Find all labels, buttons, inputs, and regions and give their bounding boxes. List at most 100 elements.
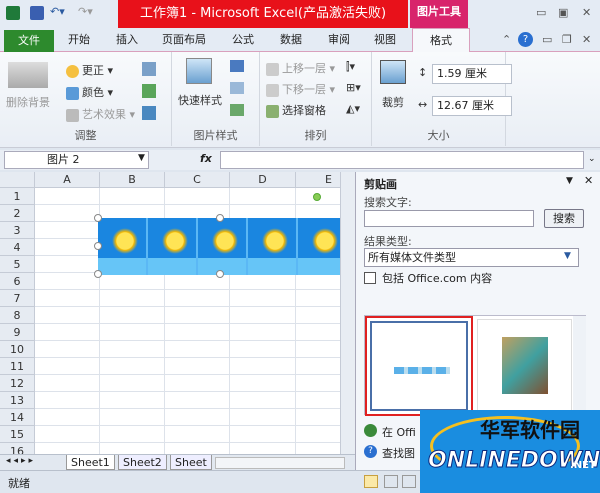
column-header[interactable]: B <box>100 172 165 188</box>
row-header[interactable]: 15 <box>0 426 35 443</box>
tab-review[interactable]: 审阅 <box>328 31 350 49</box>
row-header[interactable]: 12 <box>0 375 35 392</box>
page-break-view-icon[interactable] <box>402 475 416 488</box>
width-input[interactable]: 12.67 厘米 <box>432 96 512 116</box>
picture-layout-icon[interactable] <box>230 104 244 116</box>
change-picture-icon[interactable] <box>142 84 156 98</box>
sheet-tab-sheet1[interactable]: Sheet1 <box>66 455 115 470</box>
align-icon[interactable]: ⫿▾ <box>346 60 355 74</box>
selected-picture[interactable] <box>98 218 348 275</box>
formula-input[interactable] <box>220 151 584 169</box>
include-office-checkbox[interactable] <box>364 272 376 284</box>
picture-effects-icon[interactable] <box>230 82 244 94</box>
expand-formula-icon[interactable]: ⌄ <box>588 154 596 164</box>
pane-close-icon[interactable]: ✕ <box>584 174 593 187</box>
sun-tile <box>248 218 298 275</box>
row-header[interactable]: 9 <box>0 324 35 341</box>
column-header[interactable]: C <box>165 172 230 188</box>
resize-handle[interactable] <box>94 270 102 278</box>
tab-format[interactable]: 格式 <box>412 28 470 53</box>
resize-handle[interactable] <box>94 214 102 222</box>
sun-icon <box>162 228 188 254</box>
row-header[interactable]: 7 <box>0 290 35 307</box>
tab-view[interactable]: 视图 <box>374 31 396 49</box>
formula-bar: 图片 2 ▼ fx ⌄ <box>0 150 600 170</box>
column-header[interactable]: A <box>35 172 100 188</box>
row-header[interactable]: 13 <box>0 392 35 409</box>
chevron-down-icon[interactable]: ▼ <box>564 251 571 261</box>
results-scrollbar[interactable] <box>573 316 586 414</box>
group-icon[interactable]: ⊞▾ <box>346 81 361 94</box>
select-all[interactable] <box>0 172 35 188</box>
sheet-tab-sheet3[interactable]: Sheet <box>170 455 212 470</box>
bring-forward-button[interactable]: 上移一层 ▾ <box>266 60 335 76</box>
compress-pictures-icon[interactable] <box>142 62 156 76</box>
resize-handle[interactable] <box>216 214 224 222</box>
close-icon[interactable]: ✕ <box>582 6 591 19</box>
redo-icon[interactable]: ↷▾ <box>78 5 93 18</box>
row-header[interactable]: 5 <box>0 256 35 273</box>
row-header[interactable]: 1 <box>0 188 35 205</box>
row-header[interactable]: 16 <box>0 443 35 454</box>
result-type-select[interactable]: 所有媒体文件类型 <box>364 248 579 267</box>
save-icon[interactable] <box>30 6 44 20</box>
name-box[interactable]: 图片 2 <box>4 151 149 169</box>
workbook-close-icon[interactable]: ✕ <box>582 33 591 46</box>
tab-insert[interactable]: 插入 <box>116 31 138 49</box>
row-header[interactable]: 2 <box>0 205 35 222</box>
color-button[interactable]: 颜色 ▾ <box>66 84 113 100</box>
reset-picture-icon[interactable] <box>142 106 156 120</box>
column-header[interactable]: D <box>230 172 296 188</box>
collapse-ribbon-icon[interactable]: ⌃ <box>502 33 511 46</box>
corrections-button[interactable]: 更正 ▾ <box>66 62 113 78</box>
resize-handle[interactable] <box>216 270 224 278</box>
column-header[interactable]: E <box>296 172 340 188</box>
workbook-restore-icon[interactable]: ❐ <box>562 33 572 46</box>
clip-item-selected[interactable] <box>365 316 473 416</box>
tab-home[interactable]: 开始 <box>68 31 90 49</box>
horizontal-scrollbar[interactable] <box>215 457 345 469</box>
send-backward-button[interactable]: 下移一层 ▾ <box>266 81 335 97</box>
excel-logo-icon <box>6 6 20 20</box>
row-header[interactable]: 6 <box>0 273 35 290</box>
sheet-nav-arrows-icon[interactable]: ◂◂▸▸ <box>6 456 36 466</box>
row-header[interactable]: 14 <box>0 409 35 426</box>
vertical-scrollbar[interactable] <box>340 172 355 454</box>
quick-styles-button[interactable]: 快速样式 <box>178 92 222 108</box>
help-icon[interactable]: ? <box>518 32 533 47</box>
minimize-icon[interactable]: ▭ <box>536 6 546 19</box>
find-tips-link[interactable]: 查找图 <box>382 445 415 461</box>
sheet-tab-sheet2[interactable]: Sheet2 <box>118 455 167 470</box>
tab-file[interactable]: 文件 <box>4 30 54 52</box>
rotate-handle[interactable] <box>313 193 321 201</box>
restore-icon[interactable]: ▣ <box>558 6 568 19</box>
tab-formulas[interactable]: 公式 <box>232 31 254 49</box>
row-header[interactable]: 8 <box>0 307 35 324</box>
insert-function-button[interactable]: fx <box>200 152 212 165</box>
clip-item[interactable] <box>477 319 572 413</box>
tab-data[interactable]: 数据 <box>280 31 302 49</box>
remove-background-button[interactable]: 删除背景 <box>6 94 50 110</box>
worksheet-grid[interactable]: A B C D E 1 2 3 4 5 6 7 8 9 10 11 12 13 14 15 16 <box>0 172 340 454</box>
workbook-minimize-icon[interactable]: ▭ <box>542 33 552 46</box>
rotate-icon[interactable]: ◭▾ <box>346 102 360 115</box>
height-input[interactable]: 1.59 厘米 <box>432 64 512 84</box>
row-header[interactable]: 3 <box>0 222 35 239</box>
page-layout-view-icon[interactable] <box>384 475 398 488</box>
picture-border-icon[interactable] <box>230 60 244 72</box>
search-button[interactable]: 搜索 <box>544 209 584 228</box>
row-header[interactable]: 11 <box>0 358 35 375</box>
undo-icon[interactable]: ↶▾ <box>50 5 65 18</box>
artistic-effects-button[interactable]: 艺术效果 ▾ <box>66 106 135 122</box>
office-com-link[interactable]: 在 Offi <box>382 424 416 440</box>
row-header[interactable]: 4 <box>0 239 35 256</box>
row-header[interactable]: 10 <box>0 341 35 358</box>
resize-handle[interactable] <box>94 242 102 250</box>
pane-options-icon[interactable]: ▼ <box>566 176 573 186</box>
normal-view-icon[interactable] <box>364 475 378 488</box>
tab-page-layout[interactable]: 页面布局 <box>162 31 206 49</box>
search-input[interactable] <box>364 210 534 227</box>
crop-button[interactable]: 裁剪 <box>382 94 404 110</box>
name-box-dropdown-icon[interactable]: ▼ <box>138 153 145 163</box>
selection-pane-button[interactable]: 选择窗格 <box>266 102 326 118</box>
